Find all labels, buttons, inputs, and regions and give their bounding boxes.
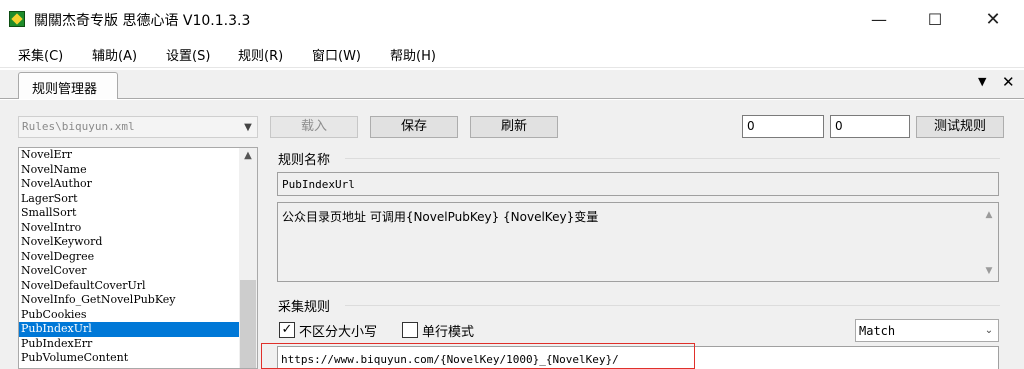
app-logo-icon: [9, 11, 25, 27]
list-item[interactable]: NovelInfo_GetNovelPubKey: [19, 293, 257, 308]
chevron-down-icon[interactable]: ⌄: [980, 320, 998, 341]
ignore-case-checkbox[interactable]: ✓: [279, 322, 295, 338]
menu-bar: 采集(C) 辅助(A) 设置(S) 规则(R) 窗口(W) 帮助(H): [0, 40, 1024, 68]
match-mode-select[interactable]: Match ⌄: [855, 319, 999, 342]
list-item[interactable]: LagerSort: [19, 192, 257, 207]
start-index-input[interactable]: 0: [742, 115, 824, 138]
menu-collect[interactable]: 采集(C): [18, 45, 63, 64]
rule-list-scrollbar[interactable]: ▲: [239, 148, 257, 368]
tab-strip: 规则管理器 ▼ ✕: [0, 70, 1024, 99]
load-button[interactable]: 载入: [270, 116, 358, 138]
refresh-button[interactable]: 刷新: [470, 116, 558, 138]
scroll-up-icon[interactable]: ▲: [980, 210, 998, 220]
menu-assist[interactable]: 辅助(A): [92, 45, 137, 64]
list-item[interactable]: PubVolumeContent: [19, 351, 257, 366]
list-item[interactable]: NovelCover: [19, 264, 257, 279]
list-item[interactable]: PubIndexUrl: [19, 322, 257, 337]
menu-settings[interactable]: 设置(S): [166, 45, 210, 64]
maximize-button[interactable]: ☐: [912, 0, 958, 40]
chevron-down-icon[interactable]: ▼: [239, 117, 257, 137]
rule-description-field[interactable]: 公众目录页地址 可调用{NovelPubKey} {NovelKey}变量 ▲ …: [277, 202, 999, 282]
rule-name-field[interactable]: PubIndexUrl: [277, 172, 999, 196]
test-rule-button[interactable]: 测试规则: [916, 116, 1004, 138]
tab-list-dropdown-icon[interactable]: ▼: [978, 75, 986, 88]
rule-name-label: 规则名称: [278, 153, 331, 168]
scroll-thumb[interactable]: [240, 280, 256, 368]
title-bar: 關關杰奇专版 思德心语 V10.1.3.3 — ☐ ✕: [0, 0, 1024, 40]
tab-rule-manager[interactable]: 规则管理器: [18, 72, 118, 99]
minimize-button[interactable]: —: [856, 0, 902, 40]
tab-close-icon[interactable]: ✕: [1002, 73, 1015, 91]
description-scrollbar[interactable]: ▲ ▼: [980, 203, 998, 281]
list-item[interactable]: PubCookies: [19, 308, 257, 323]
close-button[interactable]: ✕: [970, 0, 1016, 40]
end-index-input[interactable]: 0: [830, 115, 910, 138]
list-item[interactable]: PubIndexErr: [19, 337, 257, 352]
rules-file-value: Rules\biquyun.xml: [22, 120, 135, 133]
rules-file-select[interactable]: Rules\biquyun.xml ▼: [18, 116, 258, 138]
list-item[interactable]: NovelIntro: [19, 221, 257, 236]
list-item[interactable]: NovelDefaultCoverUrl: [19, 279, 257, 294]
list-item[interactable]: NovelKeyword: [19, 235, 257, 250]
ignore-case-label: 不区分大小写: [299, 325, 378, 340]
match-mode-value: Match: [859, 324, 896, 338]
highlight-annotation: [261, 343, 695, 369]
divider: [345, 305, 1000, 306]
list-item[interactable]: NovelErr: [19, 148, 257, 163]
save-button[interactable]: 保存: [370, 116, 458, 138]
list-item[interactable]: NovelDegree: [19, 250, 257, 265]
rule-list[interactable]: NovelErr NovelName NovelAuthor LagerSort Sma…: [18, 147, 258, 369]
rule-description-text: 公众目录页地址 可调用{NovelPubKey} {NovelKey}变量: [282, 210, 599, 224]
single-line-checkbox[interactable]: [402, 322, 418, 338]
collect-rule-label: 采集规则: [278, 300, 331, 315]
list-item[interactable]: NovelName: [19, 163, 257, 178]
menu-rules[interactable]: 规则(R): [238, 45, 283, 64]
scroll-down-icon[interactable]: ▼: [980, 266, 998, 276]
divider: [345, 158, 1000, 159]
single-line-label: 单行模式: [422, 325, 475, 340]
list-item[interactable]: SmallSort: [19, 206, 257, 221]
menu-help[interactable]: 帮助(H): [390, 45, 436, 64]
list-item[interactable]: NovelAuthor: [19, 177, 257, 192]
window-title: 關關杰奇专版 思德心语 V10.1.3.3: [34, 13, 251, 29]
menu-window[interactable]: 窗口(W): [312, 45, 361, 64]
scroll-up-icon[interactable]: ▲: [239, 150, 257, 161]
